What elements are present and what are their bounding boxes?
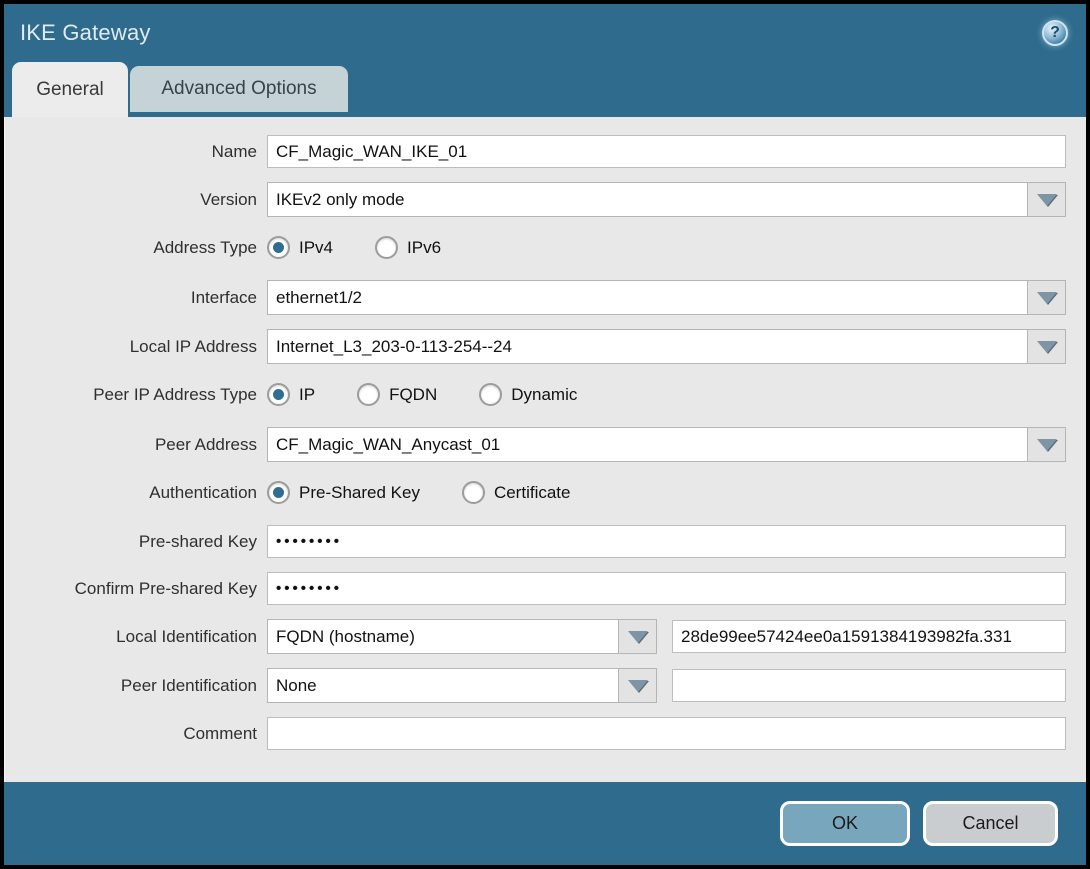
local-identification-type-dropdown[interactable]: FQDN (hostname) <box>267 619 657 654</box>
tabstrip: General Advanced Options <box>4 62 1086 117</box>
peer-ip-address-type-label: Peer IP Address Type <box>93 384 257 404</box>
interface-dropdown[interactable]: ethernet1/2 <box>267 280 1066 315</box>
name-row: Name <box>17 135 1066 168</box>
name-label: Name <box>211 141 257 161</box>
comment-label: Comment <box>183 723 257 743</box>
peer-address-dropdown-button[interactable] <box>1027 428 1065 461</box>
chevron-down-icon <box>1036 340 1057 353</box>
version-dropdown-value: IKEv2 only mode <box>268 183 1027 216</box>
interface-row: Interface ethernet1/2 <box>17 280 1066 315</box>
address-type-label: Address Type <box>153 237 257 257</box>
radio-ipv4-circle[interactable] <box>267 236 290 259</box>
authentication-label: Authentication <box>149 482 257 502</box>
peer-address-row: Peer Address CF_Magic_WAN_Anycast_01 <box>17 427 1066 462</box>
radio-dynamic[interactable]: Dynamic <box>479 383 577 406</box>
peer-identification-value-input[interactable] <box>672 669 1066 702</box>
local-identification-type-value: FQDN (hostname) <box>268 620 618 653</box>
interface-label: Interface <box>190 287 257 307</box>
pre-shared-key-row: Pre-shared Key <box>17 525 1066 558</box>
pre-shared-key-input[interactable] <box>267 525 1066 558</box>
pre-shared-key-label: Pre-shared Key <box>138 531 257 551</box>
radio-fqdn-circle[interactable] <box>357 383 381 406</box>
interface-dropdown-button[interactable] <box>1027 281 1065 314</box>
peer-address-label: Peer Address <box>154 434 257 454</box>
name-input[interactable] <box>267 135 1066 168</box>
peer-address-dropdown-value: CF_Magic_WAN_Anycast_01 <box>268 428 1027 461</box>
ok-button[interactable]: OK <box>780 801 910 846</box>
local-identification-label: Local Identification <box>116 626 257 646</box>
dialog-titlebar: IKE Gateway ? <box>4 4 1086 62</box>
local-ip-address-row: Local IP Address Internet_L3_203-0-113-2… <box>17 329 1066 364</box>
radio-fqdn[interactable]: FQDN <box>357 383 437 406</box>
confirm-pre-shared-key-label: Confirm Pre-shared Key <box>74 578 257 598</box>
peer-identification-type-value: None <box>268 669 618 702</box>
local-ip-address-dropdown-button[interactable] <box>1027 330 1065 363</box>
peer-identification-type-dropdown-button[interactable] <box>618 669 656 702</box>
radio-pre-shared-key[interactable]: Pre-Shared Key <box>267 481 420 504</box>
local-identification-row: Local Identification FQDN (hostname) <box>17 619 1066 654</box>
radio-pre-shared-key-circle[interactable] <box>267 481 290 504</box>
radio-ipv6-label: IPv6 <box>407 237 442 257</box>
version-dropdown[interactable]: IKEv2 only mode <box>267 182 1066 217</box>
cancel-button[interactable]: Cancel <box>923 801 1058 846</box>
comment-input[interactable] <box>267 717 1066 750</box>
authentication-row: Authentication Pre-Shared Key Certificat… <box>17 476 1066 509</box>
radio-fqdn-label: FQDN <box>389 384 438 404</box>
general-tab-panel: Name Version IKEv2 only mode Address Typ… <box>4 117 1086 782</box>
dialog-footer: OK Cancel <box>4 782 1086 865</box>
radio-ip-label: IP <box>299 384 316 404</box>
peer-identification-label: Peer Identification <box>120 675 257 695</box>
peer-ip-address-type-radio-group: IP FQDN Dynamic <box>267 383 619 406</box>
comment-row: Comment <box>17 717 1066 750</box>
radio-ip[interactable]: IP <box>267 383 315 406</box>
authentication-radio-group: Pre-Shared Key Certificate <box>267 481 612 504</box>
radio-certificate-label: Certificate <box>493 482 571 502</box>
tab-general[interactable]: General <box>12 62 128 117</box>
local-ip-address-dropdown[interactable]: Internet_L3_203-0-113-254--24 <box>267 329 1066 364</box>
chevron-down-icon <box>1036 193 1057 206</box>
local-ip-address-dropdown-value: Internet_L3_203-0-113-254--24 <box>268 330 1027 363</box>
help-icon[interactable]: ? <box>1042 20 1068 46</box>
radio-ip-circle[interactable] <box>267 383 290 406</box>
peer-address-dropdown[interactable]: CF_Magic_WAN_Anycast_01 <box>267 427 1066 462</box>
radio-ipv4[interactable]: IPv4 <box>267 236 333 259</box>
radio-dynamic-circle[interactable] <box>479 383 503 406</box>
radio-certificate[interactable]: Certificate <box>461 481 571 504</box>
radio-dynamic-label: Dynamic <box>511 384 578 404</box>
local-ip-address-label: Local IP Address <box>129 336 257 356</box>
local-identification-value-input[interactable] <box>672 620 1066 653</box>
ike-gateway-dialog: IKE Gateway ? General Advanced Options N… <box>4 4 1086 865</box>
chevron-down-icon <box>1036 438 1057 451</box>
peer-ip-address-type-row: Peer IP Address Type IP FQDN Dynamic <box>17 378 1066 411</box>
chevron-down-icon <box>1036 291 1057 304</box>
radio-ipv6-circle[interactable] <box>375 236 399 259</box>
chevron-down-icon <box>627 630 648 643</box>
interface-dropdown-value: ethernet1/2 <box>268 281 1027 314</box>
address-type-row: Address Type IPv4 IPv6 <box>17 231 1066 264</box>
dialog-title: IKE Gateway <box>20 20 151 45</box>
version-label: Version <box>200 189 257 209</box>
chevron-down-icon <box>627 679 648 692</box>
radio-certificate-circle[interactable] <box>461 481 485 504</box>
confirm-pre-shared-key-input[interactable] <box>267 572 1066 605</box>
peer-identification-type-dropdown[interactable]: None <box>267 668 657 703</box>
version-row: Version IKEv2 only mode <box>17 182 1066 217</box>
confirm-pre-shared-key-row: Confirm Pre-shared Key <box>17 572 1066 605</box>
radio-ipv4-label: IPv4 <box>299 237 334 257</box>
version-dropdown-button[interactable] <box>1027 183 1065 216</box>
peer-identification-row: Peer Identification None <box>17 668 1066 703</box>
radio-ipv6[interactable]: IPv6 <box>375 236 441 259</box>
radio-pre-shared-key-label: Pre-Shared Key <box>299 482 420 502</box>
tab-advanced-options[interactable]: Advanced Options <box>130 66 348 112</box>
local-identification-type-dropdown-button[interactable] <box>618 620 656 653</box>
address-type-radio-group: IPv4 IPv6 <box>267 236 483 259</box>
